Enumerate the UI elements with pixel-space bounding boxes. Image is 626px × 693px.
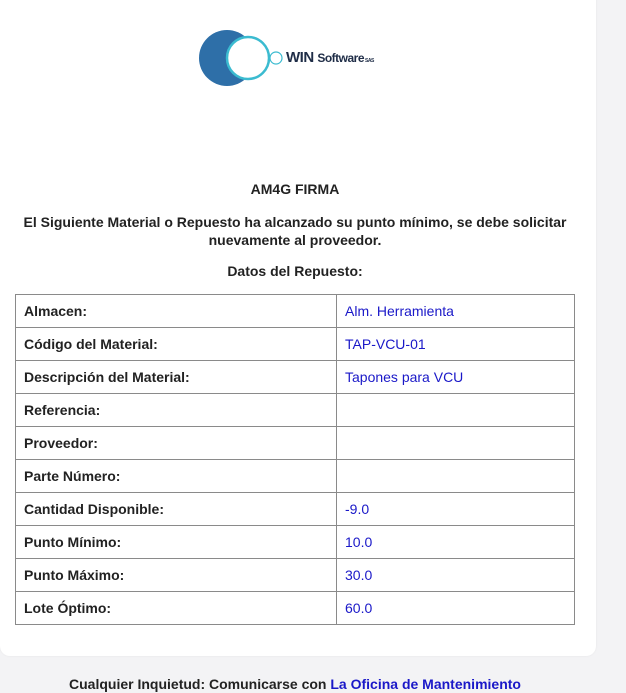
row-label: Cantidad Disponible:: [15, 492, 337, 526]
row-label: Punto Máximo:: [15, 558, 337, 592]
table-row: Referencia:: [15, 393, 575, 427]
row-value: [336, 459, 575, 493]
row-value: [336, 426, 575, 460]
maintenance-office-link[interactable]: La Oficina de Mantenimiento: [330, 676, 521, 692]
row-label: Descripción del Material:: [15, 360, 337, 394]
table-row: Punto Mínimo: 10.0: [15, 525, 575, 559]
table-row: Cantidad Disponible: -9.0: [15, 492, 575, 526]
row-value: Tapones para VCU: [336, 360, 575, 394]
footer-contact: Cualquier Inquietud: Comunicarse con La …: [0, 676, 590, 692]
row-value: 30.0: [336, 558, 575, 592]
table-row: Descripción del Material: Tapones para V…: [15, 360, 575, 394]
logo-brand-rest: Software: [317, 51, 365, 65]
row-value: TAP-VCU-01: [336, 327, 575, 361]
part-details-table: Almacen: Alm. Herramienta Código del Mat…: [15, 294, 575, 625]
row-value: [336, 393, 575, 427]
row-value: Alm. Herramienta: [336, 294, 575, 328]
email-title: AM4G FIRMA: [250, 181, 340, 197]
row-value: 10.0: [336, 525, 575, 559]
footer-text: Cualquier Inquietud: Comunicarse con: [69, 676, 331, 692]
email-page: WIN SoftwareSAS AM4G FIRMA El Siguiente …: [0, 0, 626, 693]
table-row: Parte Número:: [15, 459, 575, 493]
table-row: Punto Máximo: 30.0: [15, 558, 575, 592]
row-label: Almacen:: [15, 294, 337, 328]
logo-brand-suffix: SAS: [365, 58, 374, 64]
alert-message: El Siguiente Material o Repuesto ha alca…: [23, 214, 567, 248]
section-subtitle: Datos del Repuesto:: [227, 263, 363, 279]
row-label: Proveedor:: [15, 426, 337, 460]
row-label: Parte Número:: [15, 459, 337, 493]
row-value: 60.0: [336, 591, 575, 625]
table-row: Código del Material: TAP-VCU-01: [15, 327, 575, 361]
logo-brand-bold: WIN: [286, 49, 314, 66]
row-label: Referencia:: [15, 393, 337, 427]
row-label: Código del Material:: [15, 327, 337, 361]
table-row: Proveedor:: [15, 426, 575, 460]
row-value: -9.0: [336, 492, 575, 526]
row-label: Punto Mínimo:: [15, 525, 337, 559]
row-label: Lote Óptimo:: [15, 591, 337, 625]
table-row: Lote Óptimo: 60.0: [15, 591, 575, 625]
table-row: Almacen: Alm. Herramienta: [15, 294, 575, 328]
logo-wordmark: WIN SoftwareSAS: [286, 49, 374, 66]
